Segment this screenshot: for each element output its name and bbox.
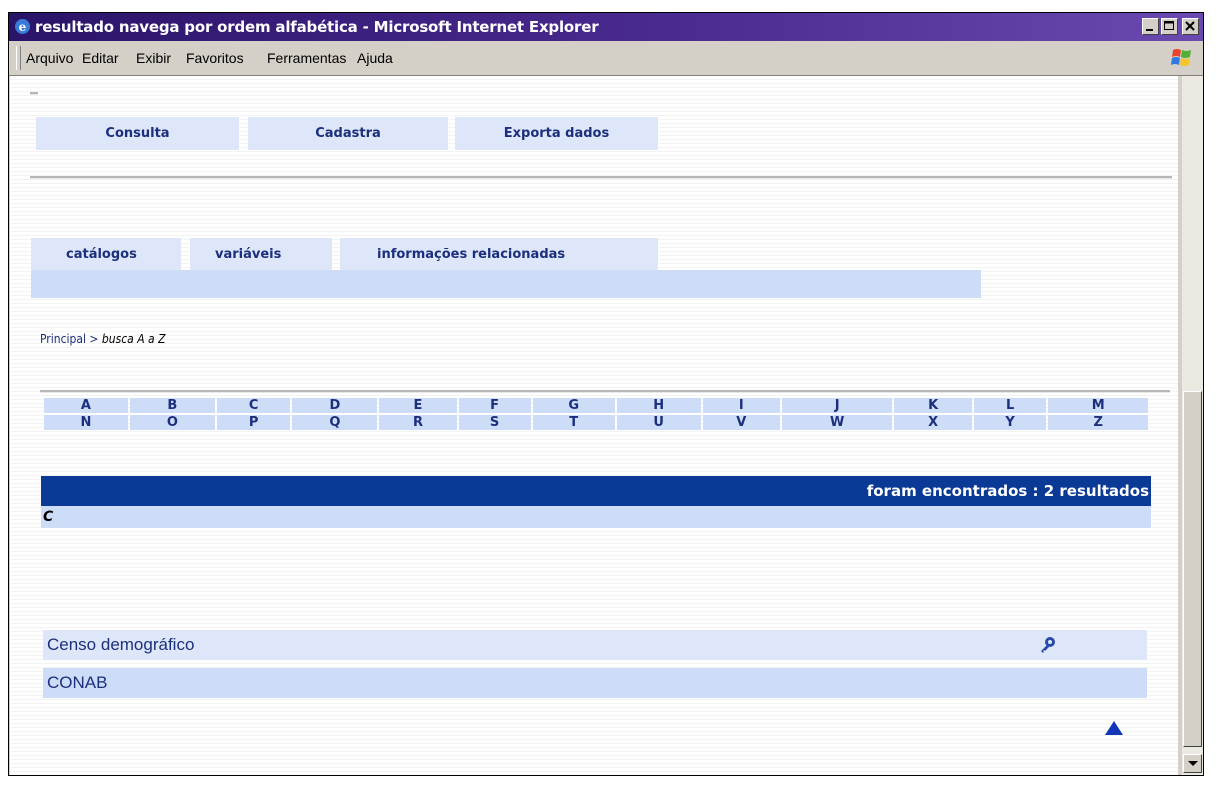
tab-cadastra[interactable]: Cadastra [248,117,448,150]
letter-c-link[interactable]: C [216,398,291,413]
key-icon[interactable] [1038,635,1058,655]
tab-consulta[interactable]: Consulta [36,117,239,150]
letter-y-link[interactable]: Y [973,415,1047,430]
letter-j-link[interactable]: J [781,398,893,413]
browser-window: e resultado navega por ordem alfabética … [8,12,1204,776]
letter-v-link[interactable]: V [702,415,780,430]
close-button[interactable] [1182,18,1199,35]
results-summary: foram encontrados : 2 resultados [41,476,1151,506]
title-bar: e resultado navega por ordem alfabética … [9,13,1203,41]
triangle-up-icon[interactable] [1104,720,1124,736]
letter-f-link[interactable]: F [458,398,531,413]
letter-z-link[interactable]: Z [1048,415,1148,430]
alphabet-row-1: A B C D E F G H I J K L M [44,398,1148,413]
letter-d-link[interactable]: D [292,398,378,413]
results-letter-heading: C [41,506,1151,528]
breadcrumb-root-link[interactable]: Principal [40,332,86,346]
letter-i-link[interactable]: I [702,398,780,413]
maximize-button[interactable] [1161,18,1178,35]
letter-u-link[interactable]: U [616,415,701,430]
toolbar-grip[interactable] [16,46,21,70]
letter-e-link[interactable]: E [379,398,457,413]
result-link-conab[interactable]: CONAB [47,673,107,692]
breadcrumb-separator: > [89,332,99,346]
tab-catalogos[interactable]: catálogos [31,238,181,270]
result-item: Censo demográfico [43,630,1147,660]
svg-text:e: e [19,20,27,34]
menu-ajuda[interactable]: Ajuda [357,50,393,66]
alphabet-row-2: N O P Q R S T U V W X Y Z [44,415,1148,430]
letter-r-link[interactable]: R [379,415,457,430]
letter-a-link[interactable]: A [44,398,128,413]
scrollbar-thumb[interactable] [1183,391,1202,747]
menu-favoritos[interactable]: Favoritos [186,50,244,66]
menu-ferramentas[interactable]: Ferramentas [267,50,346,66]
result-item: CONAB [43,668,1147,698]
letter-m-link[interactable]: M [1048,398,1148,413]
scroll-down-arrow-icon[interactable] [1183,754,1202,773]
letter-p-link[interactable]: P [216,415,291,430]
page-content: Consulta Cadastra Exporta dados catálogo… [10,76,1178,775]
ie-icon: e [15,19,30,34]
letter-s-link[interactable]: S [458,415,531,430]
tab-exporta-dados[interactable]: Exporta dados [455,117,658,150]
letter-q-link[interactable]: Q [292,415,378,430]
letter-o-link[interactable]: O [129,415,215,430]
minimize-icon [1146,29,1153,31]
divider-top-fragment [30,92,38,95]
letter-w-link[interactable]: W [781,415,893,430]
minimize-button[interactable] [1142,18,1159,35]
letter-t-link[interactable]: T [532,415,615,430]
menu-exibir[interactable]: Exibir [136,50,171,66]
menu-editar[interactable]: Editar [82,50,119,66]
divider-topnav [30,176,1172,179]
letter-b-link[interactable]: B [129,398,215,413]
tab-informacoes-relacionadas[interactable]: informações relacionadas [340,238,658,270]
letter-g-link[interactable]: G [532,398,615,413]
letter-k-link[interactable]: K [894,398,972,413]
tab-variaveis[interactable]: variáveis [190,238,332,270]
letter-l-link[interactable]: L [973,398,1047,413]
result-link-censo[interactable]: Censo demográfico [47,635,194,654]
breadcrumb: Principal > busca A a Z [40,332,165,346]
maximize-icon [1164,21,1174,30]
windows-logo-icon [1171,49,1191,66]
letter-x-link[interactable]: X [894,415,972,430]
subnav-bar [31,270,981,298]
alphabet-index: A B C D E F G H I J K L M N O P Q R S T … [42,396,1150,432]
breadcrumb-current: busca A a Z [101,332,166,346]
letter-n-link[interactable]: N [44,415,128,430]
letter-h-link[interactable]: H [616,398,701,413]
divider-breadcrumb [40,390,1170,393]
close-icon [1185,21,1195,31]
menu-bar: Arquivo Editar Exibir Favoritos Ferramen… [9,41,1203,76]
vertical-scrollbar[interactable] [1181,76,1203,775]
menu-arquivo[interactable]: Arquivo [26,50,73,66]
window-title: resultado navega por ordem alfabética - … [35,18,599,36]
